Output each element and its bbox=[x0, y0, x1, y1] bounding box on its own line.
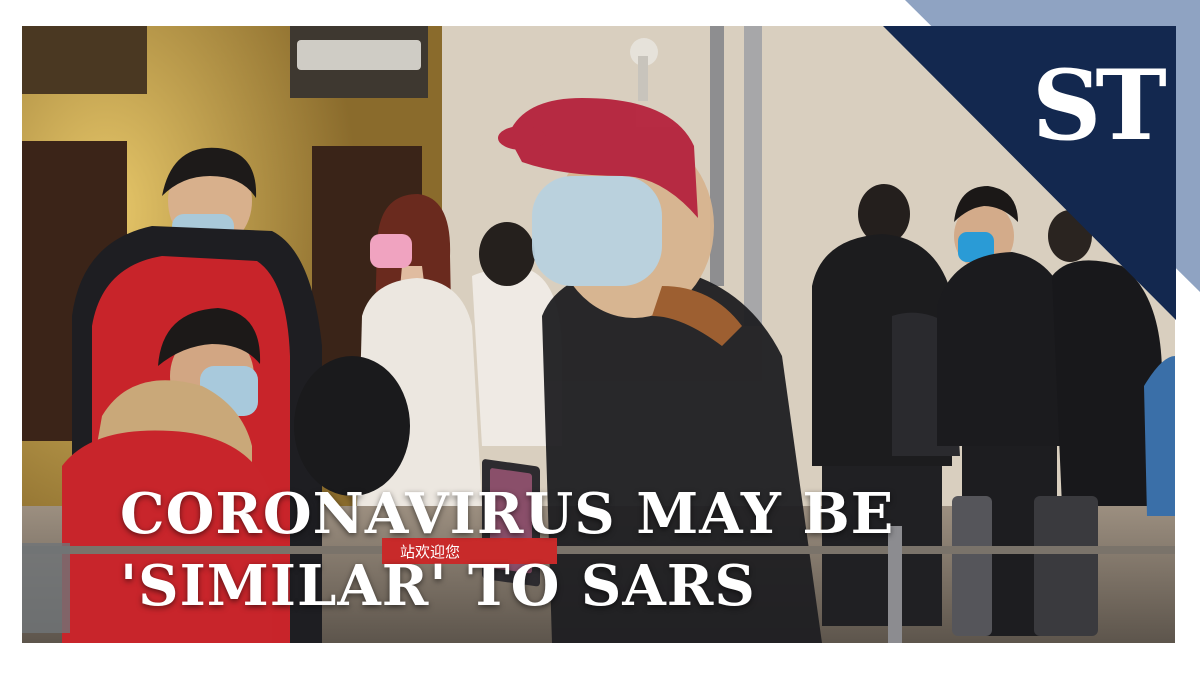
headline: CORONAVIRUS MAY BE 'SIMILAR' TO SARS bbox=[120, 478, 1020, 622]
video-thumbnail[interactable]: 站欢迎您 ST CORONAVIRUS MAY BE 'SIMILAR' TO … bbox=[0, 0, 1200, 675]
headline-line-2: 'SIMILAR' TO SARS bbox=[120, 553, 756, 619]
suitcase bbox=[1034, 496, 1098, 636]
headline-line-1: CORONAVIRUS MAY BE bbox=[120, 481, 895, 547]
straits-times-logo: ST bbox=[1032, 49, 1167, 162]
station-sign-left bbox=[22, 26, 147, 94]
